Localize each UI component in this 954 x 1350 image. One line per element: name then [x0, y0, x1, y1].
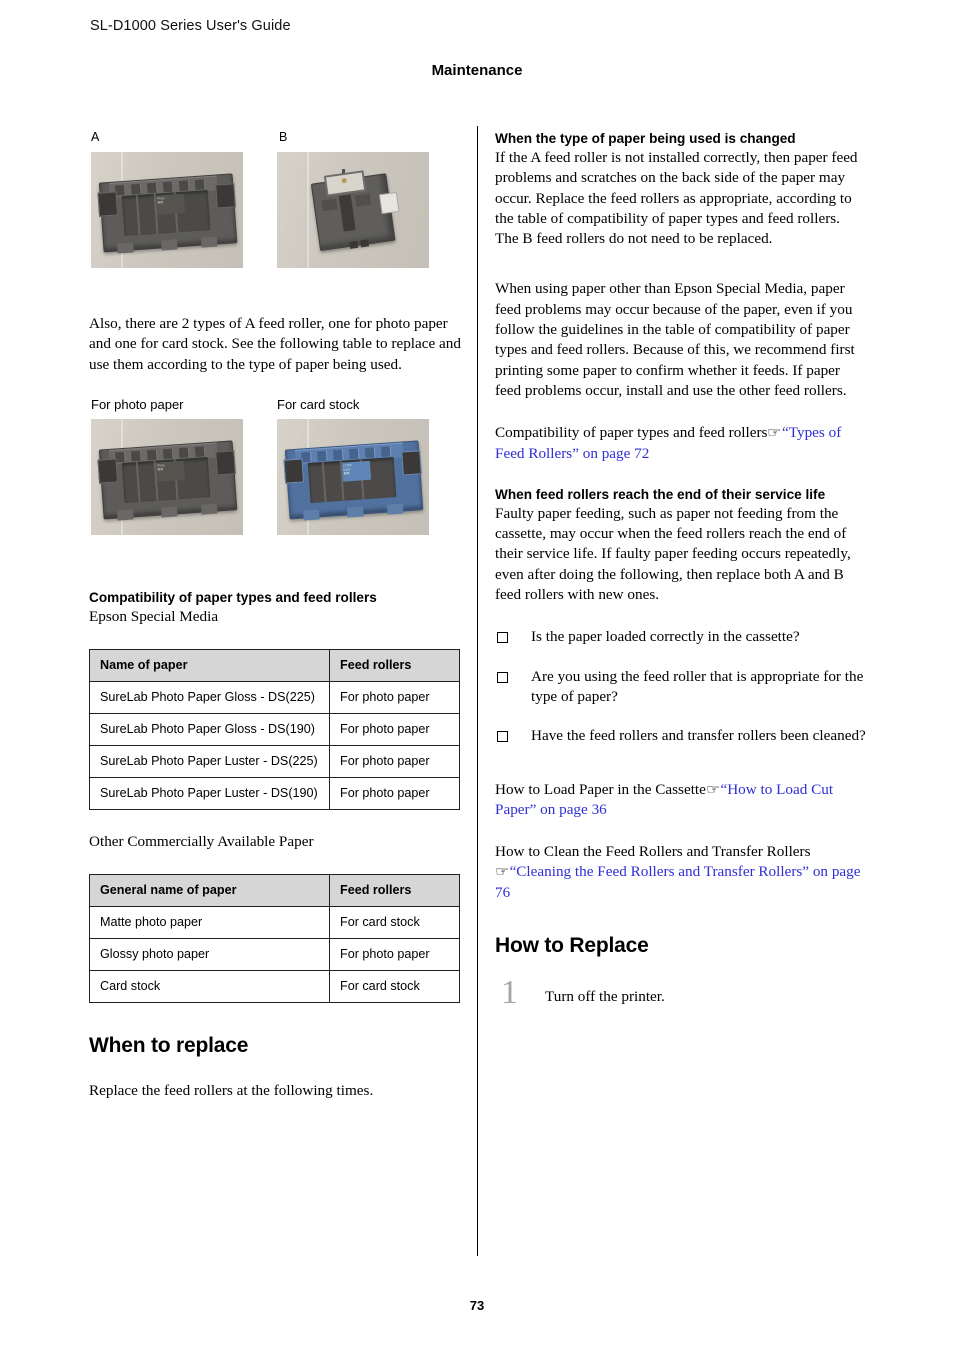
- link-cleaning-feed-rollers[interactable]: “Cleaning the Feed Rollers and Transfer …: [495, 863, 860, 900]
- table-row: SureLab Photo Paper Luster - DS(190) For…: [89, 777, 460, 811]
- table-header-row: General name of paper Feed rollers: [89, 874, 460, 908]
- photo-feed-roller-a: Photo 専用: [91, 152, 243, 268]
- figure-label-b: B: [279, 130, 288, 144]
- heading-service-life: When feed rollers reach the end of their…: [495, 486, 826, 502]
- column-header-name-of-paper: Name of paper: [89, 649, 330, 683]
- column-divider: [477, 126, 478, 1256]
- chapter-title: Maintenance: [431, 62, 523, 79]
- cell-feed-roller: For photo paper: [329, 938, 460, 972]
- cell-feed-roller: For photo paper: [329, 713, 460, 747]
- cell-paper-name: SureLab Photo Paper Luster - DS(190): [89, 777, 330, 811]
- step-text: Turn off the printer.: [545, 988, 665, 1006]
- xref-types-of-feed-rollers[interactable]: Compatibility of paper types and feed ro…: [495, 423, 867, 464]
- step-number: 1: [501, 974, 518, 1012]
- page-number: 73: [469, 1298, 485, 1313]
- cell-feed-roller: For photo paper: [329, 681, 460, 715]
- epson-special-media-label: Epson Special Media: [89, 607, 219, 625]
- compatibility-heading: Compatibility of paper types and feed ro…: [89, 589, 377, 605]
- step-1: 1 Turn off the printer.: [495, 974, 867, 1021]
- column-header-feed-rollers: Feed rollers: [329, 874, 460, 908]
- xref-lead-text: Compatibility of paper types and feed ro…: [495, 424, 768, 442]
- pointing-hand-icon: ☞: [495, 864, 510, 881]
- document-title: SL-D1000 Series User's Guide: [90, 18, 291, 34]
- table-row: SureLab Photo Paper Gloss - DS(190) For …: [89, 713, 460, 747]
- cell-feed-roller: For card stock: [329, 906, 460, 940]
- other-paper-label: Other Commercially Available Paper: [89, 833, 314, 851]
- checkbox-icon: [497, 731, 508, 743]
- paragraph-service-life: Faulty paper feeding, such as paper not …: [495, 504, 851, 604]
- list-item-label: Is the paper loaded correctly in the cas…: [531, 628, 800, 646]
- table-row: SureLab Photo Paper Gloss - DS(225) For …: [89, 681, 460, 715]
- column-header-general-name: General name of paper: [89, 874, 330, 908]
- table-epson-special-media: Name of paper Feed rollers SureLab Photo…: [89, 649, 460, 811]
- right-column: When the type of paper being used is cha…: [495, 130, 867, 1021]
- list-item-label: Are you using the feed roller that is ap…: [531, 667, 864, 705]
- cell-paper-name: SureLab Photo Paper Gloss - DS(190): [89, 713, 330, 747]
- cell-paper-name: Glossy photo paper: [89, 938, 330, 972]
- list-item: Are you using the feed roller that is ap…: [495, 667, 867, 708]
- cell-feed-roller: For photo paper: [329, 777, 460, 811]
- paragraph-paper-type-changed-2: When using paper other than Epson Specia…: [495, 280, 855, 399]
- cell-paper-name: Card stock: [89, 970, 330, 1004]
- table-other-paper: General name of paper Feed rollers Matte…: [89, 874, 460, 1004]
- cell-feed-roller: For photo paper: [329, 745, 460, 779]
- table-row: Glossy photo paper For photo paper: [89, 938, 460, 972]
- heading-paper-type-changed: When the type of paper being used is cha…: [495, 131, 796, 146]
- list-item: Is the paper loaded correctly in the cas…: [495, 627, 867, 647]
- service-life-checklist: Is the paper loaded correctly in the cas…: [495, 627, 867, 746]
- figure-label-a: A: [91, 130, 100, 144]
- photo-roller-photo-paper: Photo 専用: [91, 418, 243, 535]
- heading-when-to-replace: When to replace: [89, 1034, 249, 1058]
- checkbox-icon: [497, 632, 508, 644]
- cell-paper-name: SureLab Photo Paper Gloss - DS(225): [89, 681, 330, 715]
- document-page: SL-D1000 Series User's Guide Maintenance…: [0, 0, 954, 1350]
- checkbox-icon: [497, 671, 508, 683]
- table-row: Card stock For card stock: [89, 970, 460, 1004]
- column-header-feed-rollers: Feed rollers: [329, 649, 460, 683]
- figure-caption-card-stock: For card stock: [277, 396, 360, 412]
- xref-cleaning-feed-rollers[interactable]: How to Clean the Feed Rollers and Transf…: [495, 842, 867, 903]
- heading-how-to-replace: How to Replace: [495, 934, 649, 958]
- intro-paragraph: Also, there are 2 types of A feed roller…: [89, 315, 461, 373]
- pointing-hand-icon: ☞: [767, 425, 782, 442]
- when-to-replace-text: Replace the feed rollers at the followin…: [89, 1082, 374, 1100]
- figure-roller-types: For photo paper For card stock Photo専用: [89, 397, 461, 567]
- cell-feed-roller: For card stock: [329, 970, 460, 1004]
- xref-how-to-load-cut-paper[interactable]: How to Load Paper in the Cassette☞“How t…: [495, 780, 867, 821]
- paragraph-paper-type-changed-1: If the A feed roller is not installed co…: [495, 149, 858, 248]
- cell-paper-name: Matte photo paper: [89, 906, 330, 940]
- photo-roller-card-stock: ハガキ Card 専用: [277, 418, 429, 535]
- cell-paper-name: SureLab Photo Paper Luster - DS(225): [89, 745, 330, 779]
- photo-feed-roller-b: [277, 152, 429, 268]
- list-item-label: Have the feed rollers and transfer rolle…: [531, 727, 866, 745]
- table-header-row: Name of paper Feed rollers: [89, 649, 460, 683]
- figure-caption-photo-paper: For photo paper: [91, 396, 184, 412]
- pointing-hand-icon: ☞: [705, 781, 721, 798]
- left-column: A B Photo 専用 Also, there are 2 types of …: [89, 130, 461, 1102]
- table-row: Matte photo paper For card stock: [89, 906, 460, 940]
- table-row: SureLab Photo Paper Luster - DS(225) For…: [89, 745, 460, 779]
- xref-lead-text: How to Clean the Feed Rollers and Transf…: [495, 843, 811, 861]
- list-item: Have the feed rollers and transfer rolle…: [495, 726, 867, 746]
- figure-feed-rollers-ab: A B Photo 専用: [89, 130, 461, 300]
- xref-lead-text: How to Load Paper in the Cassette: [495, 780, 706, 798]
